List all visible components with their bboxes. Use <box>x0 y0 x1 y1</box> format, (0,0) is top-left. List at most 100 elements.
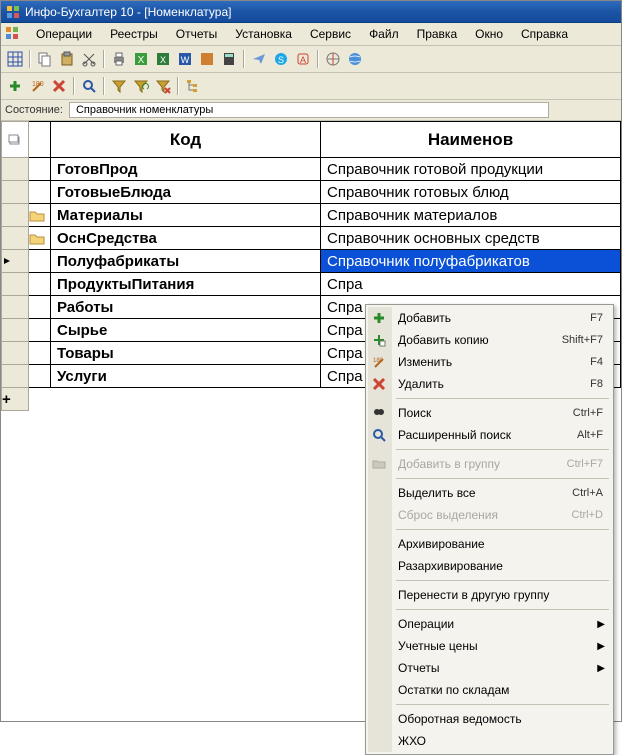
table-row[interactable]: ГотовыеБлюдаСправочник готовых блюд <box>2 181 621 204</box>
name-cell[interactable]: Справочник готовых блюд <box>321 181 621 204</box>
menu-item[interactable]: Добавить копиюShift+F7 <box>368 329 611 351</box>
tool-skype-icon[interactable]: S <box>271 49 291 69</box>
code-cell[interactable]: Полуфабрикаты <box>51 250 321 273</box>
code-cell[interactable]: Товары <box>51 342 321 365</box>
menu-help[interactable]: Справка <box>513 25 576 43</box>
row-handle[interactable] <box>2 296 29 319</box>
menu-item-shortcut: Shift+F7 <box>562 334 603 346</box>
menu-service[interactable]: Сервис <box>302 25 359 43</box>
name-cell[interactable]: Справочник полуфабрикатов <box>321 250 621 273</box>
menu-item-label: Разархивирование <box>398 559 603 573</box>
row-handle[interactable] <box>2 227 29 250</box>
folder-cell <box>29 365 51 388</box>
menu-item[interactable]: Выделить всеCtrl+A <box>368 482 611 504</box>
table-row[interactable]: ГотовПродСправочник готовой продукции <box>2 158 621 181</box>
table-row[interactable]: МатериалыСправочник материалов <box>2 204 621 227</box>
menu-item[interactable]: УдалитьF8 <box>368 373 611 395</box>
tool-print-icon[interactable] <box>109 49 129 69</box>
tool-calc-icon[interactable] <box>219 49 239 69</box>
name-cell[interactable]: Спра <box>321 273 621 296</box>
row-handle[interactable] <box>2 250 29 273</box>
menu-item[interactable]: Архивирование <box>368 533 611 555</box>
tool-taxcom-icon[interactable] <box>197 49 217 69</box>
tool-add-icon[interactable] <box>5 76 25 96</box>
row-handle[interactable] <box>2 342 29 365</box>
code-cell[interactable]: Работы <box>51 296 321 319</box>
menu-item[interactable]: Перенести в другую группу <box>368 584 611 606</box>
menu-item[interactable]: Разархивирование <box>368 555 611 577</box>
table-row[interactable]: ПродуктыПитанияСпра <box>2 273 621 296</box>
menu-item[interactable]: 180ИзменитьF4 <box>368 351 611 373</box>
tool-filter-icon[interactable] <box>109 76 129 96</box>
code-cell[interactable]: Сырье <box>51 319 321 342</box>
svg-text:X: X <box>138 55 145 66</box>
menu-edit[interactable]: Правка <box>409 25 466 43</box>
row-handle[interactable] <box>2 273 29 296</box>
menu-item[interactable]: Учетные цены▶ <box>368 635 611 657</box>
name-cell[interactable]: Справочник готовой продукции <box>321 158 621 181</box>
menu-item[interactable]: Расширенный поискAlt+F <box>368 424 611 446</box>
status-row: Состояние: Справочник номенклатуры <box>1 100 621 121</box>
row-handle[interactable] <box>2 319 29 342</box>
tool-paste-icon[interactable] <box>57 49 77 69</box>
tool-delete-icon[interactable] <box>49 76 69 96</box>
tool-search-icon[interactable] <box>79 76 99 96</box>
menu-item[interactable]: Отчеты▶ <box>368 657 611 679</box>
tool-copy-icon[interactable] <box>35 49 55 69</box>
code-cell[interactable]: Услуги <box>51 365 321 388</box>
code-cell[interactable]: ГотовыеБлюда <box>51 181 321 204</box>
table-row[interactable]: ОснСредстваСправочник основных средств <box>2 227 621 250</box>
col-code[interactable]: Код <box>51 122 321 158</box>
menu-file[interactable]: Файл <box>361 25 407 43</box>
corner-cell[interactable] <box>2 122 29 158</box>
tool-tree-icon[interactable] <box>183 76 203 96</box>
folder-cell <box>29 273 51 296</box>
submenu-arrow-icon: ▶ <box>597 619 605 630</box>
code-cell[interactable]: ГотовПрод <box>51 158 321 181</box>
code-cell[interactable]: Материалы <box>51 204 321 227</box>
menu-item[interactable]: Операции▶ <box>368 613 611 635</box>
menubar: Операции Реестры Отчеты Установка Сервис… <box>1 23 621 46</box>
menu-item-label: Добавить в группу <box>398 457 567 471</box>
row-handle[interactable] <box>2 158 29 181</box>
menu-registries[interactable]: Реестры <box>102 25 166 43</box>
menu-item-shortcut: F4 <box>590 356 603 368</box>
status-label: Состояние: <box>5 104 63 116</box>
plus-icon <box>372 311 390 325</box>
col-name[interactable]: Наименов <box>321 122 621 158</box>
tool-send-icon[interactable] <box>249 49 269 69</box>
tool-compass-icon[interactable] <box>323 49 343 69</box>
tool-edit-icon[interactable]: 180 <box>27 76 47 96</box>
menu-item[interactable]: Остатки по складам <box>368 679 611 701</box>
tool-filter-clear-icon[interactable] <box>153 76 173 96</box>
row-handle[interactable] <box>2 365 29 388</box>
menu-item[interactable]: ДобавитьF7 <box>368 307 611 329</box>
row-handle[interactable] <box>2 181 29 204</box>
col-folder[interactable] <box>29 122 51 158</box>
code-cell[interactable]: ОснСредства <box>51 227 321 250</box>
toolbar-secondary: 180 <box>1 73 621 100</box>
menu-item[interactable]: ПоискCtrl+F <box>368 402 611 424</box>
tool-globe-icon[interactable] <box>345 49 365 69</box>
tool-word-icon[interactable]: W <box>175 49 195 69</box>
row-handle[interactable] <box>2 204 29 227</box>
menu-item[interactable]: Оборотная ведомость <box>368 708 611 730</box>
menu-item[interactable]: ЖХО <box>368 730 611 752</box>
code-cell[interactable]: ПродуктыПитания <box>51 273 321 296</box>
name-cell[interactable]: Справочник основных средств <box>321 227 621 250</box>
name-cell[interactable]: Справочник материалов <box>321 204 621 227</box>
menu-window[interactable]: Окно <box>467 25 511 43</box>
add-row-button[interactable]: + <box>2 388 29 411</box>
edit-icon: 180 <box>372 355 390 369</box>
menu-operations[interactable]: Операции <box>28 25 100 43</box>
table-row[interactable]: ПолуфабрикатыСправочник полуфабрикатов <box>2 250 621 273</box>
tool-cut-icon[interactable] <box>79 49 99 69</box>
menubar-icon <box>5 26 21 42</box>
tool-stop-icon[interactable]: A <box>293 49 313 69</box>
tool-export-green-icon[interactable]: X <box>131 49 151 69</box>
menu-reports[interactable]: Отчеты <box>168 25 225 43</box>
menu-setup[interactable]: Установка <box>227 25 300 43</box>
tool-excel-icon[interactable]: X <box>153 49 173 69</box>
tool-filter-refresh-icon[interactable] <box>131 76 151 96</box>
tool-grid-icon[interactable] <box>5 49 25 69</box>
